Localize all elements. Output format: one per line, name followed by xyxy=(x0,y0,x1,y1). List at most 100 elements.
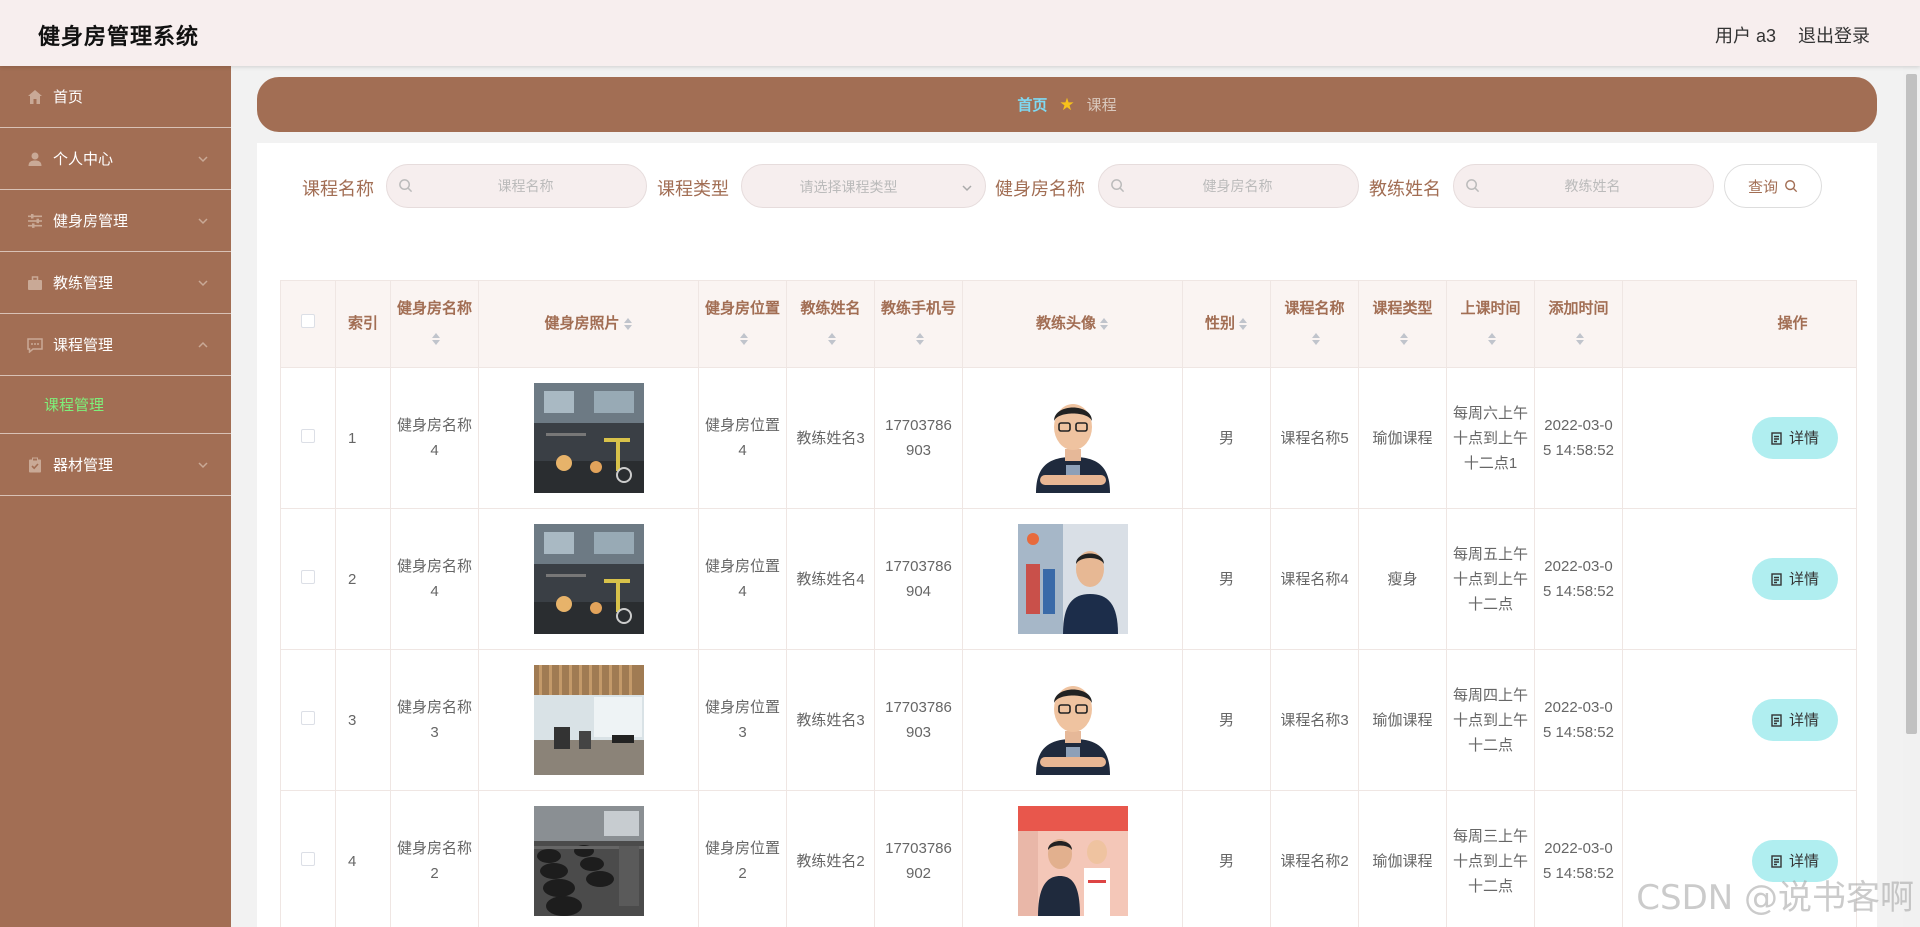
cell-gym-photo xyxy=(478,790,699,927)
header-class-time[interactable]: 上课时间 xyxy=(1446,280,1535,368)
gym-photo xyxy=(533,383,644,493)
clipboard-icon xyxy=(26,456,43,473)
header-coach-avatar[interactable]: 教练头像 xyxy=(962,280,1183,368)
document-icon xyxy=(1771,572,1782,586)
gym-photo xyxy=(533,806,644,916)
coach-avatar xyxy=(1017,383,1128,493)
breadcrumb-home-link[interactable]: 首页 xyxy=(1017,94,1047,115)
cell-gym-location: 健身房位置4 xyxy=(698,367,787,509)
cell-coach-phone: 17703786903 xyxy=(874,367,963,509)
sort-icon[interactable] xyxy=(1312,332,1321,346)
app-title: 健身房管理系统 xyxy=(38,24,200,49)
table-row: 3 健身房名称3 健身房位置3 教练姓名3 17703786903 男课程名称3 瑜伽课程每… xyxy=(280,649,1857,791)
select-all-cell xyxy=(280,280,336,368)
cell-index: 1 xyxy=(335,367,391,509)
header-coach-name-label: 教练姓名 xyxy=(800,300,861,317)
header-index: 索引 xyxy=(335,280,391,368)
course-name-label: 课程名称 xyxy=(302,179,374,199)
header-gym-photo[interactable]: 健身房照片 xyxy=(478,280,699,368)
course-table: 索引 健身房名称 健身房照片 健身房位置 教练姓名 教练手机号 教练头像 性别 … xyxy=(280,280,1857,927)
detail-button[interactable]: 详情 xyxy=(1751,558,1838,600)
sort-icon[interactable] xyxy=(740,332,749,346)
sort-icon[interactable] xyxy=(1100,317,1109,331)
header-course-name[interactable]: 课程名称 xyxy=(1270,280,1359,368)
coach-name-input[interactable] xyxy=(1488,165,1697,207)
chevron-down-icon xyxy=(961,181,973,193)
sidebar-subitem-course-management[interactable]: 课程管理 xyxy=(0,376,231,434)
coach-avatar xyxy=(1017,524,1128,634)
sidebar-item-equipment-management[interactable]: 器材管理 xyxy=(0,434,231,496)
scrollbar-thumb[interactable] xyxy=(1906,74,1917,734)
detail-button[interactable]: 详情 xyxy=(1751,417,1838,459)
course-type-select[interactable]: 请选择课程类型 xyxy=(741,164,986,208)
detail-button-label: 详情 xyxy=(1788,711,1819,729)
chevron-down-icon xyxy=(197,152,209,164)
header-class-time-label: 上课时间 xyxy=(1460,300,1521,317)
sort-icon[interactable] xyxy=(1400,332,1409,346)
cell-course-name: 课程名称2 xyxy=(1270,790,1359,927)
detail-button[interactable]: 详情 xyxy=(1751,699,1838,741)
cell-course-name: 课程名称4 xyxy=(1270,508,1359,650)
cell-gym-name: 健身房名称4 xyxy=(390,367,479,509)
row-select-cell xyxy=(280,649,336,791)
header-added-time[interactable]: 添加时间 xyxy=(1534,280,1623,368)
cell-coach-name: 教练姓名3 xyxy=(786,367,875,509)
sidebar-item-coach-management[interactable]: 教练管理 xyxy=(0,252,231,314)
row-checkbox[interactable] xyxy=(301,710,315,725)
header-coach-phone-label: 教练手机号 xyxy=(880,300,956,317)
sort-icon[interactable] xyxy=(1576,332,1585,346)
header-gender-label: 性别 xyxy=(1204,315,1235,332)
cell-gym-name: 健身房名称4 xyxy=(390,508,479,650)
gym-photo xyxy=(533,524,644,634)
cell-coach-avatar xyxy=(962,367,1183,509)
home-icon xyxy=(26,88,43,105)
course-name-input[interactable] xyxy=(421,165,630,207)
sidebar-item-personal-center[interactable]: 个人中心 xyxy=(0,128,231,190)
cell-gym-location: 健身房位置3 xyxy=(698,649,787,791)
sort-icon[interactable] xyxy=(432,332,441,346)
top-header: 健身房管理系统 用户 a3 退出登录 xyxy=(0,0,1920,66)
row-checkbox[interactable] xyxy=(301,428,315,443)
sidebar-item-gym-management[interactable]: 健身房管理 xyxy=(0,190,231,252)
header-coach-phone[interactable]: 教练手机号 xyxy=(874,280,963,368)
cell-class-time: 每周四上午十点到上午十二点 xyxy=(1446,649,1535,791)
logout-link[interactable]: 退出登录 xyxy=(1798,22,1870,48)
course-name-field xyxy=(386,164,647,208)
sidebar-item-label: 教练管理 xyxy=(53,275,114,292)
cell-class-time: 每周六上午十点到上午十二点1 xyxy=(1446,367,1535,509)
header-gym-location[interactable]: 健身房位置 xyxy=(698,280,787,368)
current-user[interactable]: 用户 a3 xyxy=(1715,22,1776,48)
table-row: 2 健身房名称4 健身房位置4 教练姓名4 17703786904 男课程名称4 瘦身 每周五… xyxy=(280,508,1857,650)
cell-gender: 男 xyxy=(1182,790,1271,927)
sort-icon[interactable] xyxy=(1239,317,1248,331)
gym-name-field xyxy=(1098,164,1359,208)
cell-gym-photo xyxy=(478,367,699,509)
header-coach-name[interactable]: 教练姓名 xyxy=(786,280,875,368)
row-checkbox[interactable] xyxy=(301,569,315,584)
sidebar-item-course-management[interactable]: 课程管理 xyxy=(0,314,231,376)
gym-name-label: 健身房名称 xyxy=(995,179,1085,199)
sidebar-item-home[interactable]: 首页 xyxy=(0,66,231,128)
sidebar-item-label: 个人中心 xyxy=(53,151,114,168)
header-course-name-label: 课程名称 xyxy=(1284,300,1345,317)
sort-icon[interactable] xyxy=(828,332,837,346)
cell-coach-phone: 17703786902 xyxy=(874,790,963,927)
coach-avatar xyxy=(1017,806,1128,916)
row-checkbox[interactable] xyxy=(301,851,315,866)
gym-name-input[interactable] xyxy=(1133,165,1342,207)
table-row: 4 健身房名称2 健身房位置2 教练姓名2 17703786902 男课程名称2 瑜伽课程每… xyxy=(280,790,1857,927)
cell-added-time: 2022-03-05 14:58:52 xyxy=(1534,367,1623,509)
sort-icon[interactable] xyxy=(623,317,633,331)
page-scrollbar[interactable] xyxy=(1903,66,1920,927)
sort-icon[interactable] xyxy=(1488,332,1497,346)
cell-index: 3 xyxy=(335,649,391,791)
header-course-type[interactable]: 课程类型 xyxy=(1358,280,1447,368)
header-gym-name[interactable]: 健身房名称 xyxy=(390,280,479,368)
sort-icon[interactable] xyxy=(916,332,925,346)
cell-gym-photo xyxy=(478,649,699,791)
select-all-checkbox[interactable] xyxy=(301,314,315,328)
header-coach-avatar-label: 教练头像 xyxy=(1035,315,1096,332)
query-button[interactable]: 查询 xyxy=(1724,164,1822,208)
header-gender[interactable]: 性别 xyxy=(1182,280,1271,368)
cell-course-name: 课程名称3 xyxy=(1270,649,1359,791)
